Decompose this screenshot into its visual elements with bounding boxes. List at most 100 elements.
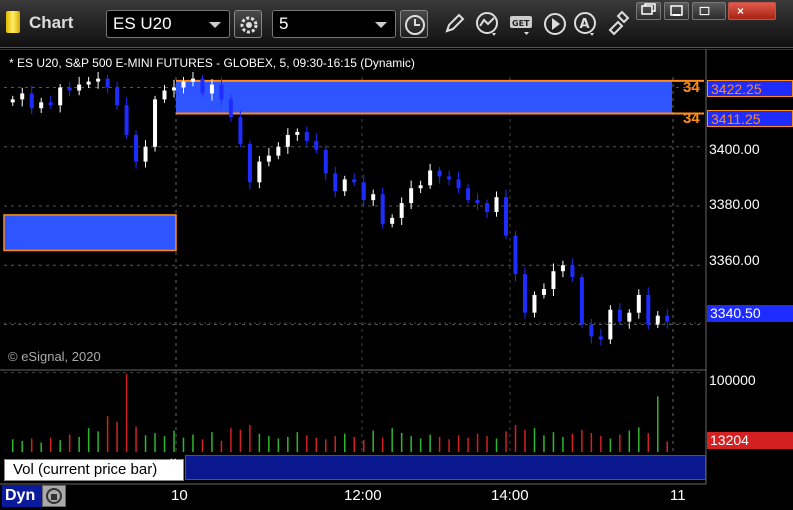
close-icon[interactable] [728,2,776,20]
price-tick-label: 3360.00 [709,252,760,268]
settings-gear-icon[interactable] [234,10,262,38]
svg-text:GET: GET [512,19,530,28]
candle-body [20,93,25,100]
candle-body [162,90,167,100]
chart-canvas[interactable] [0,49,793,510]
zone-tag-upper: 34 [683,79,700,96]
candle-body [399,203,404,218]
time-tick-label: 11 [670,487,686,504]
candle-body [352,179,357,183]
chart-area[interactable]: * ES U20, S&P 500 E-MINI FUTURES - GLOBE… [0,49,793,510]
symbol-select[interactable]: ES U20 [106,10,230,38]
candle-body [522,274,527,313]
candle-body [209,84,214,94]
candle-body [333,173,338,192]
candle-body [228,99,233,118]
interval-select[interactable]: 5 [272,10,396,38]
candle-body [551,271,556,289]
candle-body [143,146,148,162]
candle-body [238,117,243,144]
zone-price-lower: 3411.25 [707,110,793,127]
candle-body [48,102,53,106]
candle-body [617,309,622,322]
candle-body [380,194,385,224]
time-tick-label: 14:00 [491,487,529,504]
lock-icon[interactable] [42,485,66,507]
price-tick-label: 3400.00 [709,141,760,157]
support-zone-left [3,214,177,252]
candle-body [513,235,518,275]
symbol-value: ES U20 [113,14,172,33]
candle-body [29,93,34,109]
candle-body [86,81,91,85]
candle-body [437,170,442,177]
candle-body [172,87,176,91]
candle-body [105,78,110,88]
candle-body [58,87,63,106]
clock-icon[interactable] [400,10,428,38]
minimize-icon[interactable] [664,2,689,20]
candle-body [181,81,186,88]
play-icon[interactable] [542,10,570,38]
interval-value: 5 [279,14,289,33]
candle-body [200,78,205,94]
get-data-icon[interactable]: GET [508,10,536,38]
candle-body [646,294,651,325]
candle-body [304,131,309,141]
candle-body [39,102,44,109]
dynamic-mode-badge[interactable]: Dyn [2,485,42,507]
candle-body [276,146,281,156]
candle-body [266,155,271,162]
volume-study-bar[interactable] [185,455,706,480]
time-tick-label: 12:00 [344,487,382,504]
candle-body [361,182,366,201]
chart-title: * ES U20, S&P 500 E-MINI FUTURES - GLOBE… [9,56,415,70]
candle-body [153,99,158,147]
time-tick-label: 10 [171,487,188,504]
cursor-icon[interactable] [604,10,632,38]
pencil-draw-icon[interactable] [440,10,468,38]
candle-body [342,179,347,192]
candle-body [504,197,508,236]
candle-body [579,277,584,325]
candle-body [77,84,82,91]
candle-body [428,170,433,186]
candle-body [494,197,499,212]
candle-body [285,134,290,147]
candle-body [532,294,537,313]
candle-body [627,312,632,322]
candle-body [124,105,129,135]
close-icon[interactable]: × [170,456,176,468]
candle-body [257,161,262,183]
copyright-text: © eSignal, 2020 [8,349,101,364]
candle-body [570,265,575,278]
maximize-icon[interactable] [692,2,726,20]
volume-tick-label: 100000 [709,372,756,388]
study-curve-icon[interactable] [474,10,502,38]
candle-body [560,265,565,272]
candle-body [134,134,139,162]
candle-body [475,200,480,204]
candle-body [447,176,452,180]
candle-body [96,78,101,82]
candle-body [219,84,224,100]
candle-body [295,131,300,135]
chevron-down-icon [209,22,221,28]
candle-body [323,149,328,174]
candle-body [390,217,395,224]
candle-body [418,185,423,189]
candle-body [10,99,15,103]
zone-tag-lower: 34 [683,110,700,127]
volume-study-label[interactable]: Vol (current price bar) [4,459,184,481]
candle-body [190,78,195,82]
app-logo [6,11,20,33]
svg-text:A: A [580,17,590,32]
volume-last-tag: 13204 [707,432,793,449]
price-tick-label: 3380.00 [709,196,760,212]
candle-body [665,315,670,322]
candle-body [456,179,461,189]
candle-body [247,143,252,183]
alert-a-icon[interactable]: A [572,10,600,38]
restore-icon[interactable] [636,2,661,20]
candle-body [67,87,72,91]
